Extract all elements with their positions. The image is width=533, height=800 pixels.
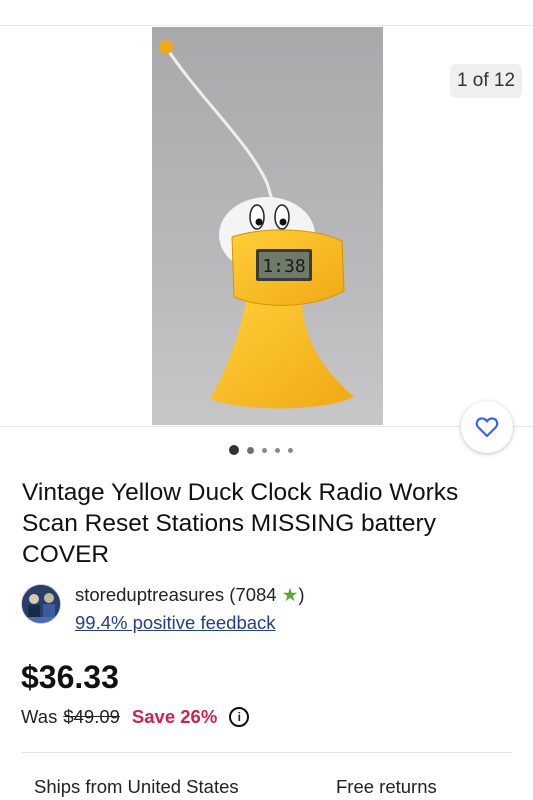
seller-avatar[interactable] xyxy=(21,584,61,624)
listing-title: Vintage Yellow Duck Clock Radio Works Sc… xyxy=(22,479,459,568)
section-divider xyxy=(22,752,512,753)
product-photo[interactable]: 1:38 xyxy=(152,27,383,425)
ships-from: Ships from United States xyxy=(34,776,239,797)
pagination-dot[interactable] xyxy=(262,447,267,453)
original-price: $49.09 xyxy=(63,706,120,727)
info-glyph: i xyxy=(237,710,241,724)
image-gallery[interactable]: 1:38 1 of 12 xyxy=(0,26,533,426)
item-price: $36.33 xyxy=(21,659,119,695)
seller-feedback-link[interactable]: 99.4% positive feedback xyxy=(75,612,276,634)
was-label: Was xyxy=(21,706,58,727)
gallery-pagination[interactable] xyxy=(229,444,293,456)
clock-display: 1:38 xyxy=(262,256,305,277)
image-counter: 1 of 12 xyxy=(450,64,522,98)
pagination-dot[interactable] xyxy=(247,446,254,454)
seller-name-count: storeduptreasures (7084 xyxy=(75,584,277,605)
watch-button[interactable] xyxy=(461,401,513,453)
pagination-dot[interactable] xyxy=(229,445,239,455)
info-icon[interactable]: i xyxy=(229,707,250,727)
star-icon: ★ xyxy=(281,584,299,605)
discount-line: Was $49.09 Save 26% i xyxy=(21,706,250,728)
heart-icon xyxy=(475,417,499,438)
returns-info: Free returns xyxy=(336,776,437,797)
savings-badge: Save 26% xyxy=(131,706,218,727)
gallery-divider xyxy=(0,426,533,427)
seller-close-paren: ) xyxy=(298,584,305,605)
pagination-dot[interactable] xyxy=(275,447,280,453)
seller-name[interactable]: storeduptreasures (7084 ★) xyxy=(75,584,304,606)
pagination-dot[interactable] xyxy=(288,447,293,453)
